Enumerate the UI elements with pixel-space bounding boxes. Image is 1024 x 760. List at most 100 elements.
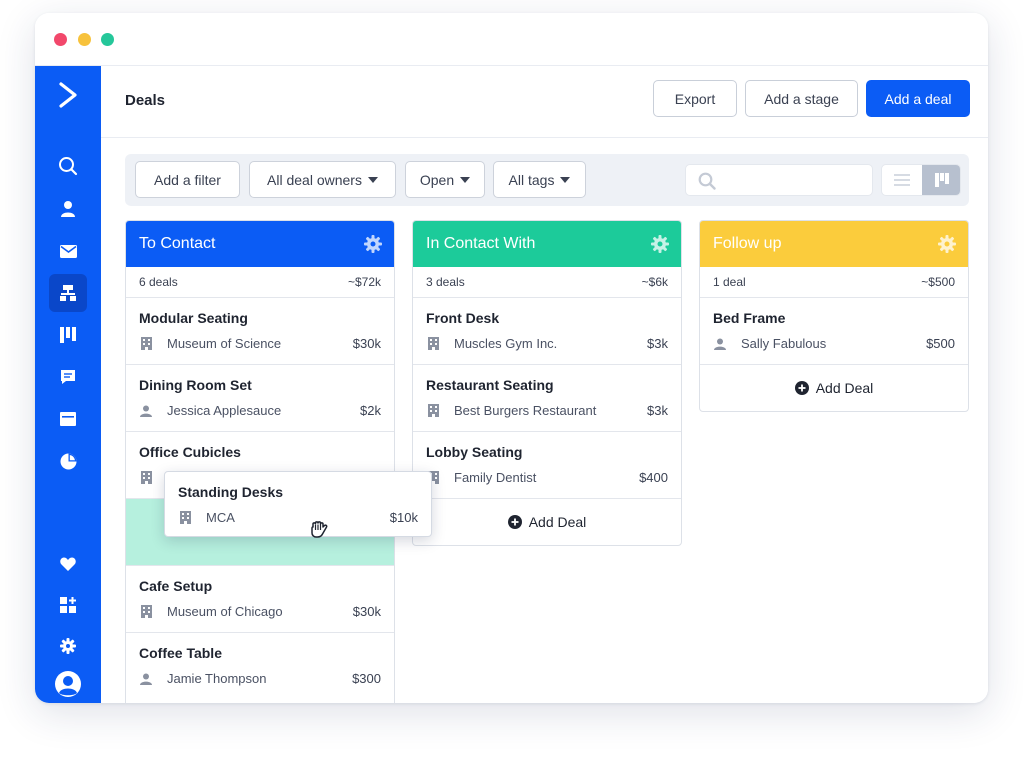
deal-card[interactable]: Front Desk Muscles Gym Inc. $3k	[413, 298, 681, 365]
deal-count: 3 deals	[426, 275, 465, 289]
deal-card[interactable]: Coffee Table Jamie Thompson $300	[126, 633, 394, 700]
add-stage-button[interactable]: Add a stage	[745, 80, 858, 117]
list-view-button[interactable]	[882, 165, 922, 195]
page-title: Deals	[125, 92, 166, 109]
status-label: Open	[419, 171, 455, 188]
deal-title: Standing Desks	[178, 484, 284, 500]
gear-icon[interactable]	[49, 627, 87, 665]
search-icon	[698, 172, 716, 195]
deal-owner: Jamie Thompson	[167, 671, 267, 686]
deal-title: Bed Frame	[713, 310, 786, 326]
deal-amount: $30k	[352, 336, 381, 351]
deal-owner: Best Burgers Restaurant	[454, 403, 597, 418]
plus-circle-icon	[507, 515, 522, 529]
dragged-deal-card[interactable]: Standing Desks MCA $10k	[164, 471, 432, 537]
window-maximize-button[interactable]	[101, 33, 114, 46]
stage-to-contact: To Contact 6 deals ~$72k Modular Seating…	[125, 220, 395, 703]
deal-title: Lobby Seating	[426, 444, 523, 460]
deal-total: ~$72k	[347, 275, 381, 289]
deals-pipeline-icon[interactable]	[49, 316, 87, 354]
deal-card[interactable]: Restaurant Seating Best Burgers Restaura…	[413, 365, 681, 432]
add-deal-link[interactable]: Add Deal	[700, 365, 968, 411]
export-button[interactable]: Export	[653, 80, 737, 117]
tags-dropdown[interactable]: All tags	[493, 161, 586, 198]
contacts-icon[interactable]	[49, 189, 87, 227]
automations-icon[interactable]	[49, 274, 87, 312]
stage-title: To Contact	[139, 235, 216, 252]
deal-title: Dining Room Set	[139, 377, 252, 393]
building-icon	[139, 605, 153, 619]
deal-card[interactable]: Cafe Setup Museum of Chicago $30k	[126, 566, 394, 633]
chevron-down-icon	[560, 176, 571, 183]
conversations-icon[interactable]	[49, 358, 87, 396]
stage-follow-up: Follow up 1 deal ~$500 Bed Frame Sally F…	[699, 220, 969, 412]
stage-summary: 1 deal ~$500	[700, 267, 968, 298]
filter-bar: Add a filter All deal owners Open All ta…	[125, 154, 969, 206]
add-filter-button[interactable]: Add a filter	[135, 161, 240, 198]
deal-amount: $400	[639, 470, 668, 485]
add-deal-link[interactable]: Add Deal	[413, 499, 681, 545]
tags-label: All tags	[508, 171, 555, 188]
deal-owner: Muscles Gym Inc.	[454, 336, 558, 351]
add-deal-label: Add Deal	[815, 380, 874, 396]
person-icon	[713, 337, 727, 351]
deal-card[interactable]: Lobby Seating Family Dentist $400	[413, 432, 681, 499]
search-input[interactable]	[724, 165, 864, 195]
deal-owners-dropdown[interactable]: All deal owners	[249, 161, 396, 198]
stage-header: Follow up	[700, 221, 968, 267]
app-window: Deals Export Add a stage Add a deal Add …	[35, 13, 988, 703]
chevron-down-icon	[367, 176, 378, 183]
person-icon	[139, 404, 153, 418]
stage-in-contact-with: In Contact With 3 deals ~$6k Front Desk …	[412, 220, 682, 546]
chevron-down-icon	[460, 176, 471, 183]
building-icon	[426, 337, 440, 351]
heart-icon[interactable]	[49, 545, 87, 583]
deal-card[interactable]: Bed Frame Sally Fabulous $500	[700, 298, 968, 365]
deal-title: Coffee Table	[139, 645, 222, 661]
add-deal-label: Add Deal	[528, 514, 587, 530]
building-icon	[139, 337, 153, 351]
deal-card[interactable]: Dining Room Set Jessica Applesauce $2k	[126, 365, 394, 432]
user-avatar-icon[interactable]	[49, 665, 87, 703]
search-icon[interactable]	[49, 147, 87, 185]
building-icon	[139, 470, 153, 484]
deal-title: Restaurant Seating	[426, 377, 554, 393]
person-icon	[139, 672, 153, 686]
add-filter-label: Add a filter	[154, 171, 221, 188]
building-icon	[178, 511, 192, 525]
deal-title: Front Desk	[426, 310, 500, 326]
building-icon	[426, 404, 440, 418]
view-toggle	[881, 164, 961, 196]
stage-title: Follow up	[713, 235, 782, 252]
sidebar	[35, 66, 101, 703]
deal-owner: Jessica Applesauce	[167, 403, 282, 418]
gear-icon[interactable]	[938, 235, 956, 258]
deal-owners-label: All deal owners	[267, 171, 362, 188]
deal-owner: Museum of Chicago	[167, 604, 283, 619]
site-icon[interactable]	[49, 400, 87, 438]
grab-hand-icon	[305, 515, 335, 550]
stage-header: In Contact With	[413, 221, 681, 267]
reports-icon[interactable]	[49, 442, 87, 480]
logo-icon[interactable]	[49, 76, 87, 114]
gear-icon[interactable]	[364, 235, 382, 258]
stage-title: In Contact With	[426, 235, 536, 252]
deal-amount: $3k	[647, 336, 668, 351]
status-dropdown[interactable]: Open	[405, 161, 485, 198]
deal-amount: $2k	[360, 403, 381, 418]
email-icon[interactable]	[49, 232, 87, 270]
window-close-button[interactable]	[54, 33, 67, 46]
deal-amount: $30k	[352, 604, 381, 619]
apps-icon[interactable]	[49, 586, 87, 624]
board-view-button[interactable]	[922, 165, 960, 195]
deal-owner: Museum of Science	[167, 336, 282, 351]
deal-title: Cafe Setup	[139, 578, 213, 594]
stage-summary: 6 deals ~$72k	[126, 267, 394, 298]
page-header: Deals Export Add a stage Add a deal	[101, 66, 988, 138]
add-deal-button[interactable]: Add a deal	[866, 80, 970, 117]
gear-icon[interactable]	[651, 235, 669, 258]
search-box	[685, 164, 873, 196]
stage-summary: 3 deals ~$6k	[413, 267, 681, 298]
deal-card[interactable]: Modular Seating Museum of Science $30k	[126, 298, 394, 365]
window-minimize-button[interactable]	[78, 33, 91, 46]
